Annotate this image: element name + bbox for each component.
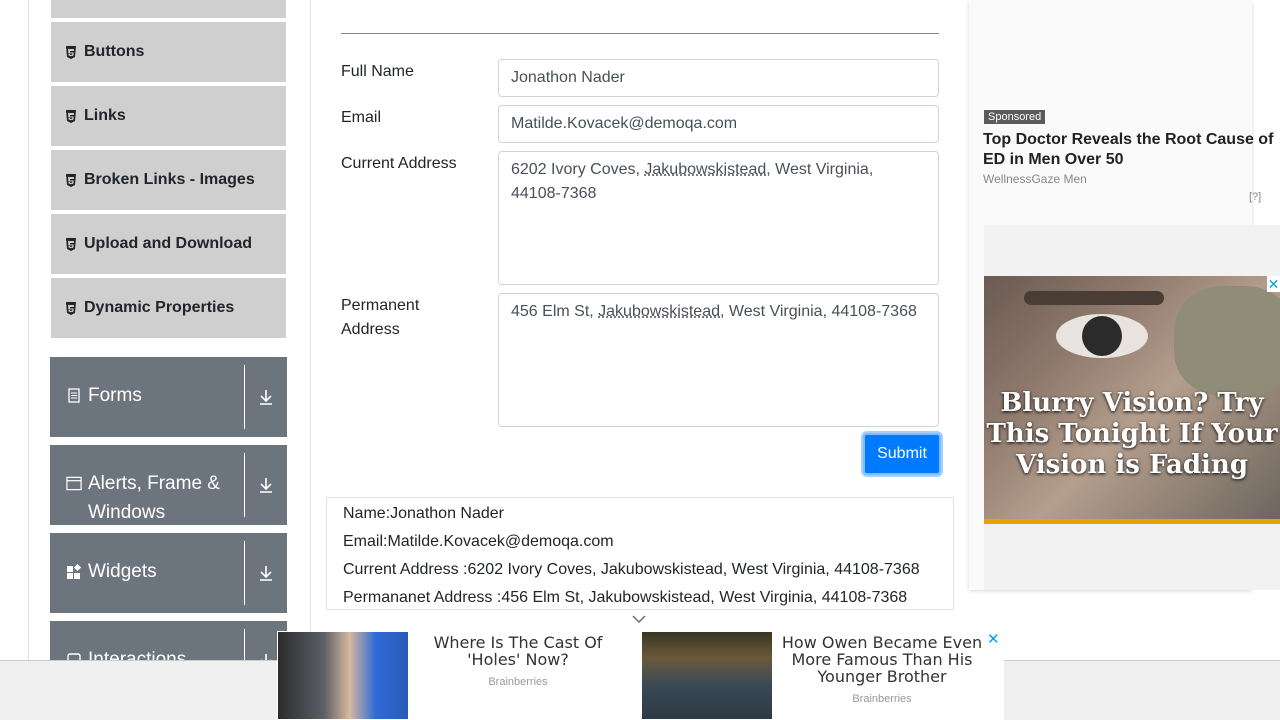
chevron-down-icon[interactable] (630, 612, 648, 626)
document-icon (66, 381, 82, 410)
sidebar-item-label: Links (84, 107, 126, 124)
sidebar-item-partial[interactable] (51, 0, 286, 20)
email-input[interactable]: Matilde.Kovacek@demoqa.com (498, 105, 939, 143)
bottom-ad-source-1: Brainberries (488, 676, 548, 688)
ad-source[interactable]: WellnessGaze Men (983, 172, 1087, 186)
sidebar-group-label: Widgets (88, 561, 157, 582)
download-icon[interactable] (245, 357, 287, 437)
html5-icon (65, 173, 77, 187)
output-email: Email:Matilde.Kovacek@demoqa.com (343, 533, 614, 550)
widgets-icon (66, 557, 82, 586)
sidebar-item-links[interactable]: Links (51, 86, 286, 148)
bottom-ad-close-icon[interactable]: ✕ (987, 630, 1000, 648)
permanent-address-text-end: , West Virginia, 44108-7368 (720, 303, 917, 320)
bottom-ad-title-2[interactable]: How Owen Became Even More Famous Than Hi… (780, 634, 984, 685)
email-value: Matilde.Kovacek@demoqa.com (511, 115, 738, 132)
permanent-address-textarea[interactable]: 456 Elm St, Jakubowskistead, West Virgin… (498, 293, 939, 427)
output-box: Name:Jonathon Nader Email:Matilde.Kovace… (326, 497, 954, 610)
page: Buttons Links Broken Links - Images Uplo… (0, 0, 1280, 720)
sidebar-item-broken-links[interactable]: Broken Links - Images (51, 150, 286, 212)
full-name-value: Jonathon Nader (511, 69, 625, 86)
permanent-address-label-line2: Address (341, 321, 400, 338)
full-name-input[interactable]: Jonathon Nader (498, 59, 939, 97)
current-address-city: Jakubowskistead (644, 161, 767, 178)
download-icon[interactable] (245, 533, 287, 613)
sidebar-item-label: Buttons (84, 43, 145, 60)
window-icon (66, 469, 82, 498)
ad-photo-brow (1024, 291, 1164, 305)
sidebar-right-border (310, 0, 311, 720)
sidebar-group-widgets[interactable]: Widgets (50, 533, 287, 613)
sidebar-item-dynamic-properties[interactable]: Dynamic Properties (51, 278, 286, 340)
bottom-ad-image-2[interactable] (642, 632, 772, 719)
bottom-ad-image-1[interactable] (278, 632, 408, 719)
sidebar-item-upload-download[interactable]: Upload and Download (51, 214, 286, 276)
ad-image-text: Blurry Vision? Try This Tonight If Your … (986, 388, 1278, 480)
ad-photo-iris (1082, 316, 1122, 356)
permanent-address-label: Permanent Address (341, 294, 419, 342)
full-name-label: Full Name (341, 63, 414, 80)
ad-title[interactable]: Top Doctor Reveals the Root Cause of ED … (983, 130, 1280, 170)
html5-icon (65, 45, 77, 59)
sidebar-group-forms[interactable]: Forms (50, 357, 287, 437)
bottom-ad-source-2: Brainberries (852, 693, 912, 705)
sidebar-item-label: Dynamic Properties (84, 299, 235, 316)
ad-image[interactable]: Blurry Vision? Try This Tonight If Your … (984, 276, 1280, 524)
html5-icon (65, 109, 77, 123)
ad-info-link[interactable]: [?] (1249, 191, 1261, 203)
html5-icon (65, 237, 77, 251)
permanent-address-city: Jakubowskistead (598, 303, 720, 320)
sidebar-group-alerts[interactable]: Alerts, Frame & Windows (50, 445, 287, 525)
output-permanent-address: Permananet Address :456 Elm St, Jakubows… (343, 589, 908, 606)
permanent-address-text: 456 Elm St, (511, 303, 599, 320)
sidebar-group-label: Alerts, Frame & Windows (88, 473, 220, 523)
divider (341, 33, 939, 34)
permanent-address-label-line1: Permanent (341, 297, 420, 314)
bottom-ad-title-1[interactable]: Where Is The Cast Of 'Holes' Now? (418, 634, 618, 668)
sponsored-badge: Sponsored (984, 110, 1046, 124)
sidebar-item-label: Broken Links - Images (84, 171, 255, 188)
current-address-textarea[interactable]: 6202 Ivory Coves, Jakubowskistead, West … (498, 151, 939, 285)
html5-icon (65, 301, 77, 315)
output-current-address: Current Address :6202 Ivory Coves, Jakub… (343, 561, 920, 578)
sidebar-item-label: Upload and Download (84, 235, 252, 252)
output-name: Name:Jonathon Nader (343, 505, 504, 522)
email-label: Email (341, 109, 382, 126)
ad-close-icon[interactable]: ✕ (1267, 276, 1280, 292)
current-address-text: 6202 Ivory Coves, (511, 161, 645, 178)
ad-photo-object (1174, 286, 1280, 396)
current-address-label: Current Address (341, 155, 457, 172)
download-icon[interactable] (245, 445, 287, 525)
submit-button[interactable]: Submit (863, 433, 941, 475)
sidebar-left-border (28, 0, 29, 720)
sidebar-group-label: Forms (88, 385, 142, 406)
sidebar-item-buttons[interactable]: Buttons (51, 22, 286, 84)
